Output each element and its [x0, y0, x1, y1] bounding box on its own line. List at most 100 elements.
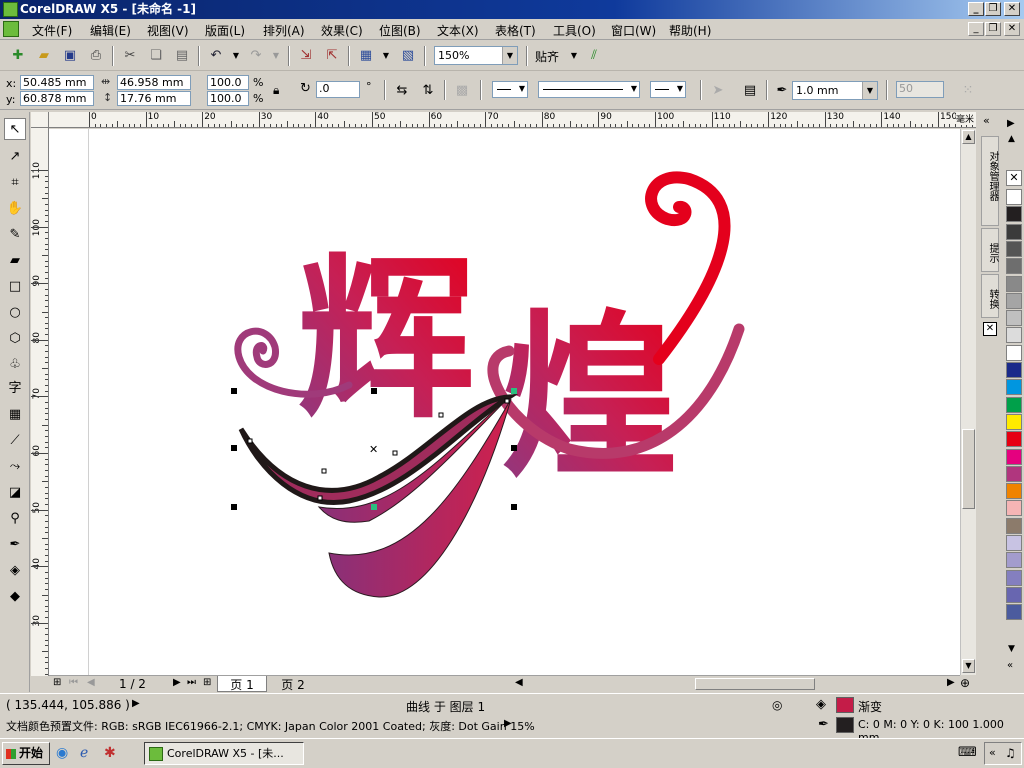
- text-tool-icon[interactable]: 字: [4, 378, 26, 400]
- start-arrowhead-selector[interactable]: ▼: [492, 81, 528, 98]
- curve-node[interactable]: [247, 438, 253, 444]
- selection-handle[interactable]: [371, 504, 377, 510]
- close-button[interactable]: ✕: [1004, 2, 1020, 16]
- color-swatch[interactable]: [1006, 189, 1022, 205]
- document-icon[interactable]: [3, 21, 19, 37]
- last-page-icon[interactable]: ⏭: [187, 677, 196, 688]
- application-launcher-icon[interactable]: ▦: [356, 47, 376, 65]
- maximize-button[interactable]: ❐: [985, 2, 1001, 16]
- tray-expand-icon[interactable]: «: [989, 746, 996, 759]
- scroll-thumb[interactable]: [962, 429, 975, 509]
- rectangle-tool-icon[interactable]: □: [4, 276, 26, 298]
- menu-table[interactable]: 表格(T): [495, 22, 536, 39]
- color-swatch[interactable]: [1006, 275, 1022, 292]
- color-swatch[interactable]: [1006, 448, 1022, 465]
- mirror-vertical-icon[interactable]: ⇅: [418, 82, 438, 100]
- cut-icon[interactable]: ✂: [120, 47, 140, 65]
- selection-handle[interactable]: [231, 388, 237, 394]
- start-button[interactable]: 开始: [2, 742, 50, 765]
- welcome-screen-icon[interactable]: ▧: [398, 47, 418, 65]
- taskbar-coreldraw-button[interactable]: CorelDRAW X5 - [未...: [144, 742, 304, 765]
- scroll-down-icon[interactable]: ▼: [962, 659, 975, 673]
- color-swatch[interactable]: [1006, 517, 1022, 534]
- drawing-canvas[interactable]: 辉 煌 ✕: [49, 129, 960, 675]
- color-profile-info[interactable]: 文档颜色预置文件: RGB: sRGB IEC61966-2.1; CMYK: …: [6, 718, 535, 734]
- interactive-fill-tool-icon[interactable]: ◆: [4, 586, 26, 608]
- curve-node[interactable]: [438, 412, 444, 418]
- ruler-origin[interactable]: [31, 112, 49, 128]
- color-swatch[interactable]: [1006, 569, 1022, 586]
- smart-fill-tool-icon[interactable]: ▰: [4, 250, 26, 272]
- copy-icon[interactable]: ❏: [146, 47, 166, 65]
- docker-tab-hints[interactable]: 提示: [981, 228, 999, 272]
- minimize-button[interactable]: _: [968, 2, 984, 16]
- new-icon[interactable]: ✚: [8, 47, 28, 65]
- page-tab-1[interactable]: 页 1: [217, 676, 267, 692]
- doc-minimize-button[interactable]: _: [968, 22, 984, 36]
- page-add-after-icon[interactable]: ⊞: [203, 677, 211, 688]
- app-quicklaunch-icon[interactable]: ✱: [104, 745, 116, 761]
- color-swatch[interactable]: [1006, 396, 1022, 413]
- undo-dropdown-icon[interactable]: ▼: [226, 47, 246, 65]
- volume-icon[interactable]: ♫: [1005, 746, 1016, 760]
- menu-window[interactable]: 窗口(W): [611, 22, 656, 39]
- profile-arrow-icon[interactable]: ▶: [504, 718, 512, 729]
- no-color-swatch[interactable]: ✕: [1006, 170, 1022, 186]
- snap-indicator-icon[interactable]: ◎: [772, 698, 782, 712]
- open-icon[interactable]: ▰: [34, 47, 54, 65]
- fill-tool-icon[interactable]: ◈: [4, 560, 26, 582]
- curve-node[interactable]: [504, 398, 510, 404]
- color-swatch[interactable]: [1006, 310, 1022, 327]
- palette-up-icon[interactable]: ▲: [1008, 134, 1015, 144]
- import-icon[interactable]: ⇲: [296, 47, 316, 65]
- polygon-tool-icon[interactable]: ⬡: [4, 328, 26, 350]
- menu-file[interactable]: 文件(F): [32, 22, 72, 39]
- outline-width-combo[interactable]: 1.0 mm ▼: [792, 81, 878, 100]
- menu-tools[interactable]: 工具(O): [553, 22, 596, 39]
- menu-text[interactable]: 文本(X): [437, 22, 479, 39]
- coords-arrow-icon[interactable]: ▶: [132, 698, 140, 709]
- paste-icon[interactable]: ▤: [172, 47, 192, 65]
- color-swatch[interactable]: [1006, 379, 1022, 396]
- color-swatch[interactable]: [1006, 327, 1022, 344]
- selection-handle[interactable]: [371, 388, 377, 394]
- grid-icon[interactable]: ⁙: [958, 82, 978, 100]
- snap-dropdown-icon[interactable]: ▼: [564, 47, 584, 65]
- color-swatch[interactable]: [1006, 431, 1022, 448]
- color-swatch[interactable]: [1006, 483, 1022, 500]
- color-swatch[interactable]: [1006, 604, 1022, 621]
- crop-tool-icon[interactable]: ⌗: [4, 172, 26, 194]
- selection-handle[interactable]: [231, 445, 237, 451]
- fill-color-swatch[interactable]: [836, 697, 854, 713]
- color-swatch[interactable]: [1006, 413, 1022, 430]
- line-style-selector[interactable]: ▼: [538, 81, 640, 98]
- wrap-text-icon[interactable]: ▩: [452, 82, 472, 100]
- horizontal-scroll-thumb[interactable]: [695, 678, 815, 690]
- keyboard-tray-icon[interactable]: ⌨: [958, 745, 977, 760]
- undo-icon[interactable]: ↶: [206, 47, 226, 65]
- curve-node[interactable]: [317, 495, 323, 501]
- table-tool-icon[interactable]: ▦: [4, 404, 26, 426]
- doc-close-button[interactable]: ✕: [1004, 22, 1020, 36]
- artwork[interactable]: 辉 煌 ✕: [49, 129, 960, 675]
- selection-handle[interactable]: [511, 388, 517, 394]
- curve-node[interactable]: [321, 468, 327, 474]
- scroll-right-icon[interactable]: ▶: [947, 677, 955, 688]
- color-swatch[interactable]: [1006, 223, 1022, 240]
- outline-tool-icon[interactable]: ✒: [4, 534, 26, 556]
- end-arrowhead-selector[interactable]: ▼: [650, 81, 686, 98]
- dimension-tool-icon[interactable]: ⟋: [4, 430, 26, 452]
- zoom-dropdown-icon[interactable]: ▼: [502, 47, 517, 64]
- prev-page-icon[interactable]: ◀: [87, 677, 95, 688]
- redo-icon[interactable]: ↷: [246, 47, 266, 65]
- color-swatch[interactable]: [1006, 465, 1022, 482]
- mirror-horizontal-icon[interactable]: ⇆: [392, 82, 412, 100]
- basic-shapes-tool-icon[interactable]: ♧: [4, 354, 26, 376]
- zoom-level-combo[interactable]: 150% ▼: [434, 46, 518, 65]
- height-field[interactable]: 17.76 mm: [117, 91, 191, 106]
- browser-quicklaunch-icon[interactable]: ◉: [56, 745, 68, 761]
- scroll-up-icon[interactable]: ▲: [962, 130, 975, 144]
- palette-scroll-up-icon[interactable]: ▶: [1007, 118, 1015, 129]
- color-swatch[interactable]: [1006, 344, 1022, 361]
- x-position-field[interactable]: 50.485 mm: [20, 75, 94, 90]
